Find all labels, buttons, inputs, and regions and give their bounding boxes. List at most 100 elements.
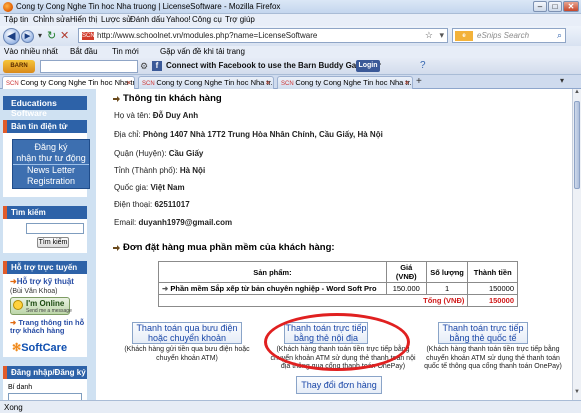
history-dropdown-icon[interactable]: ▾ bbox=[38, 31, 42, 40]
menu-edit[interactable]: Chỉnh sửa bbox=[33, 15, 70, 24]
gamebar-input[interactable] bbox=[40, 60, 138, 73]
tab-1[interactable]: SCN Cong ty Cong Nghe Tin hoc Nha tr... × bbox=[2, 76, 135, 90]
minimize-button[interactable]: – bbox=[533, 1, 547, 12]
login-button[interactable]: Login bbox=[356, 60, 380, 72]
register-line-1: Đăng ký bbox=[34, 142, 68, 152]
product-cell: ➜ Phần mềm Sắp xếp từ bản chuyên nghiệp … bbox=[158, 282, 387, 295]
main-content: Thông tin khách hàng Họ và tên: Đỗ Duy A… bbox=[104, 89, 572, 400]
softcare-swirl-icon: ✻ bbox=[12, 342, 22, 354]
reload-icon[interactable]: ↻ bbox=[47, 29, 56, 42]
tab-label: Cong ty Cong Nghe Tin hoc Nha tr... bbox=[156, 78, 274, 87]
change-order-button[interactable]: Thay đổi đơn hàng bbox=[296, 376, 382, 394]
tab-label: Cong ty Cong Nghe Tin hoc Nha tr... bbox=[20, 78, 135, 87]
gear-icon[interactable]: ⚙ bbox=[140, 61, 148, 72]
hand-pointer-icon bbox=[113, 245, 120, 251]
stop-icon[interactable]: ✕ bbox=[60, 29, 69, 42]
col-qty: Số lượng bbox=[425, 261, 469, 283]
total-label: Tổng (VNĐ) bbox=[157, 294, 469, 307]
url-dropdown-icon[interactable]: ▾ bbox=[439, 30, 444, 41]
tab-close-icon[interactable]: × bbox=[266, 78, 270, 87]
back-button[interactable]: ◀ bbox=[3, 28, 20, 45]
city-label: Tỉnh (Thành phố): bbox=[114, 166, 178, 175]
tab-list-icon[interactable]: ▾ bbox=[560, 76, 564, 85]
address-bar[interactable]: SCN http://www.schoolnet.vn/modules.php?… bbox=[78, 28, 448, 43]
new-tab-icon[interactable]: + bbox=[416, 76, 422, 87]
window-title: Cong ty Cong Nghe Tin hoc Nha truong | L… bbox=[16, 2, 281, 11]
tab-close-icon[interactable]: × bbox=[405, 78, 409, 87]
pay-postoffice-button[interactable]: Thanh toán qua bưu điện hoặc chuyển khoả… bbox=[132, 322, 242, 344]
menu-tools[interactable]: Công cụ bbox=[192, 15, 222, 24]
arrow-icon: ➜ bbox=[10, 277, 17, 286]
scroll-up-icon[interactable]: ▲ bbox=[573, 89, 581, 98]
help-icon[interactable]: ? bbox=[420, 60, 426, 71]
address-label: Địa chỉ: bbox=[114, 130, 141, 139]
sidebar-educations-header[interactable]: Educations Software bbox=[3, 96, 87, 118]
name-row: Họ và tên: Đỗ Duy Anh bbox=[114, 111, 198, 120]
support-person: (Bùi Văn Khoa) bbox=[10, 288, 58, 295]
bookmark-latest-news[interactable]: Tin mới bbox=[112, 47, 139, 56]
menu-history[interactable]: Lược sử bbox=[101, 15, 132, 24]
firefox-icon bbox=[3, 2, 13, 12]
scroll-down-icon[interactable]: ▼ bbox=[573, 389, 581, 398]
bookmark-getting-started[interactable]: Bắt đầu bbox=[70, 47, 98, 56]
country-row: Quốc gia: Việt Nam bbox=[114, 183, 185, 192]
qty-cell: 1 bbox=[425, 282, 469, 295]
register-line-3: News Letter bbox=[13, 164, 89, 176]
pay-postoffice-desc: (Khách hàng gửi tiền qua bưu điện hoặc c… bbox=[124, 346, 250, 362]
tab-close-icon[interactable]: × bbox=[127, 78, 131, 87]
support-tech-link[interactable]: ➜Hỗ trợ kỹ thuật bbox=[10, 277, 74, 286]
sidebar-search-input[interactable] bbox=[26, 223, 84, 234]
phone-row: Điện thoại: 62511017 bbox=[114, 200, 190, 209]
hand-pointer-icon bbox=[113, 96, 120, 102]
barn-buddy-logo-icon[interactable]: BARN bbox=[3, 60, 35, 73]
bookmark-most-visited[interactable]: Vào nhiều nhất bbox=[4, 47, 58, 56]
search-icon[interactable]: ⌕ bbox=[557, 30, 562, 41]
name-value: Đỗ Duy Anh bbox=[152, 111, 199, 120]
col-total: Thành tiền bbox=[467, 261, 518, 283]
menu-yahoo[interactable]: Yahoo! bbox=[166, 15, 191, 24]
alias-input[interactable] bbox=[8, 393, 82, 400]
menu-bookmarks[interactable]: Đánh dấu bbox=[130, 15, 165, 24]
sidebar-search-button[interactable]: Tìm kiếm bbox=[37, 237, 69, 248]
star-icon[interactable]: ☆ bbox=[425, 30, 433, 41]
pay-international-card-button[interactable]: Thanh toán trực tiếp bằng thẻ quốc tế bbox=[438, 322, 528, 344]
tab-3[interactable]: SCN Cong ty Cong Nghe Tin hoc Nha tr... × bbox=[277, 76, 413, 89]
city-value: Hà Nội bbox=[179, 166, 206, 175]
search-box[interactable]: e eSnips Search ⌕ bbox=[452, 28, 566, 43]
sidebar-login-header: Đăng nhập/Đăng ký bbox=[3, 366, 87, 380]
url-text[interactable]: http://www.schoolnet.vn/modules.php?name… bbox=[97, 31, 317, 40]
product-name: Phần mềm Sắp xếp từ bản chuyên nghiệp - … bbox=[170, 284, 377, 293]
bookmarks-bar: Vào nhiều nhất Bắt đầu Tin mới Gặp vấn đ… bbox=[0, 46, 581, 58]
title-bar: Cong ty Cong Nghe Tin hoc Nha truong | L… bbox=[0, 0, 581, 14]
maximize-button[interactable]: □ bbox=[548, 1, 562, 12]
order-section-title: Đơn đặt hàng mua phần mềm của khách hàng… bbox=[123, 242, 335, 253]
support-info-label: Trang thông tin hỗ trợ khách hàng bbox=[10, 318, 85, 335]
menu-help[interactable]: Trợ giúp bbox=[225, 15, 255, 24]
search-placeholder: eSnips Search bbox=[477, 31, 530, 40]
tab-bar: SCN Cong ty Cong Nghe Tin hoc Nha tr... ×… bbox=[0, 75, 581, 90]
forward-button[interactable]: ▶ bbox=[21, 30, 34, 43]
close-button[interactable]: ✕ bbox=[563, 1, 579, 12]
yahoo-online-badge[interactable]: I'm Online Send me a message bbox=[10, 297, 72, 315]
softcare-logo[interactable]: ✻SoftCare bbox=[12, 341, 67, 354]
menu-file[interactable]: Tập tin bbox=[4, 15, 28, 24]
newsletter-register-button[interactable]: Đăng ký nhận thư tư động News Letter Reg… bbox=[12, 139, 90, 189]
tab-favicon-icon: SCN bbox=[6, 81, 21, 87]
page-scrollbar[interactable]: ▲ ▼ bbox=[572, 89, 581, 400]
register-line-2: nhận thư tư động bbox=[16, 153, 86, 163]
tab-label: Cong ty Cong Nghe Tin hoc Nha tr... bbox=[295, 78, 413, 87]
bookmark-load-problem[interactable]: Gặp vấn đề khi tải trang bbox=[160, 47, 245, 56]
page-content: Educations Software Bản tin điện tử Đăng… bbox=[0, 89, 572, 400]
sidebar: Educations Software Bản tin điện tử Đăng… bbox=[0, 89, 96, 400]
order-header-row: Sản phẩm: Giá (VNĐ) Số lượng Thành tiền bbox=[158, 261, 518, 283]
table-row: ➜ Phần mềm Sắp xếp từ bản chuyên nghiệp … bbox=[158, 282, 518, 295]
support-info-link[interactable]: ➜ Trang thông tin hỗ trợ khách hàng bbox=[10, 319, 90, 335]
tab-2[interactable]: SCN Cong ty Cong Nghe Tin hoc Nha tr... × bbox=[138, 76, 274, 89]
city-row: Tỉnh (Thành phố): Hà Nội bbox=[114, 166, 205, 175]
scroll-thumb[interactable] bbox=[574, 101, 580, 189]
phone-label: Điện thoại: bbox=[114, 200, 153, 209]
esnips-icon[interactable]: e bbox=[455, 31, 473, 41]
pay-international-card-desc: (Khách hàng thanh toán tiền trực tiếp bằ… bbox=[424, 346, 562, 370]
menu-view[interactable]: Hiển thị bbox=[70, 15, 97, 24]
district-row: Quận (Huyện): Cầu Giấy bbox=[114, 149, 203, 158]
